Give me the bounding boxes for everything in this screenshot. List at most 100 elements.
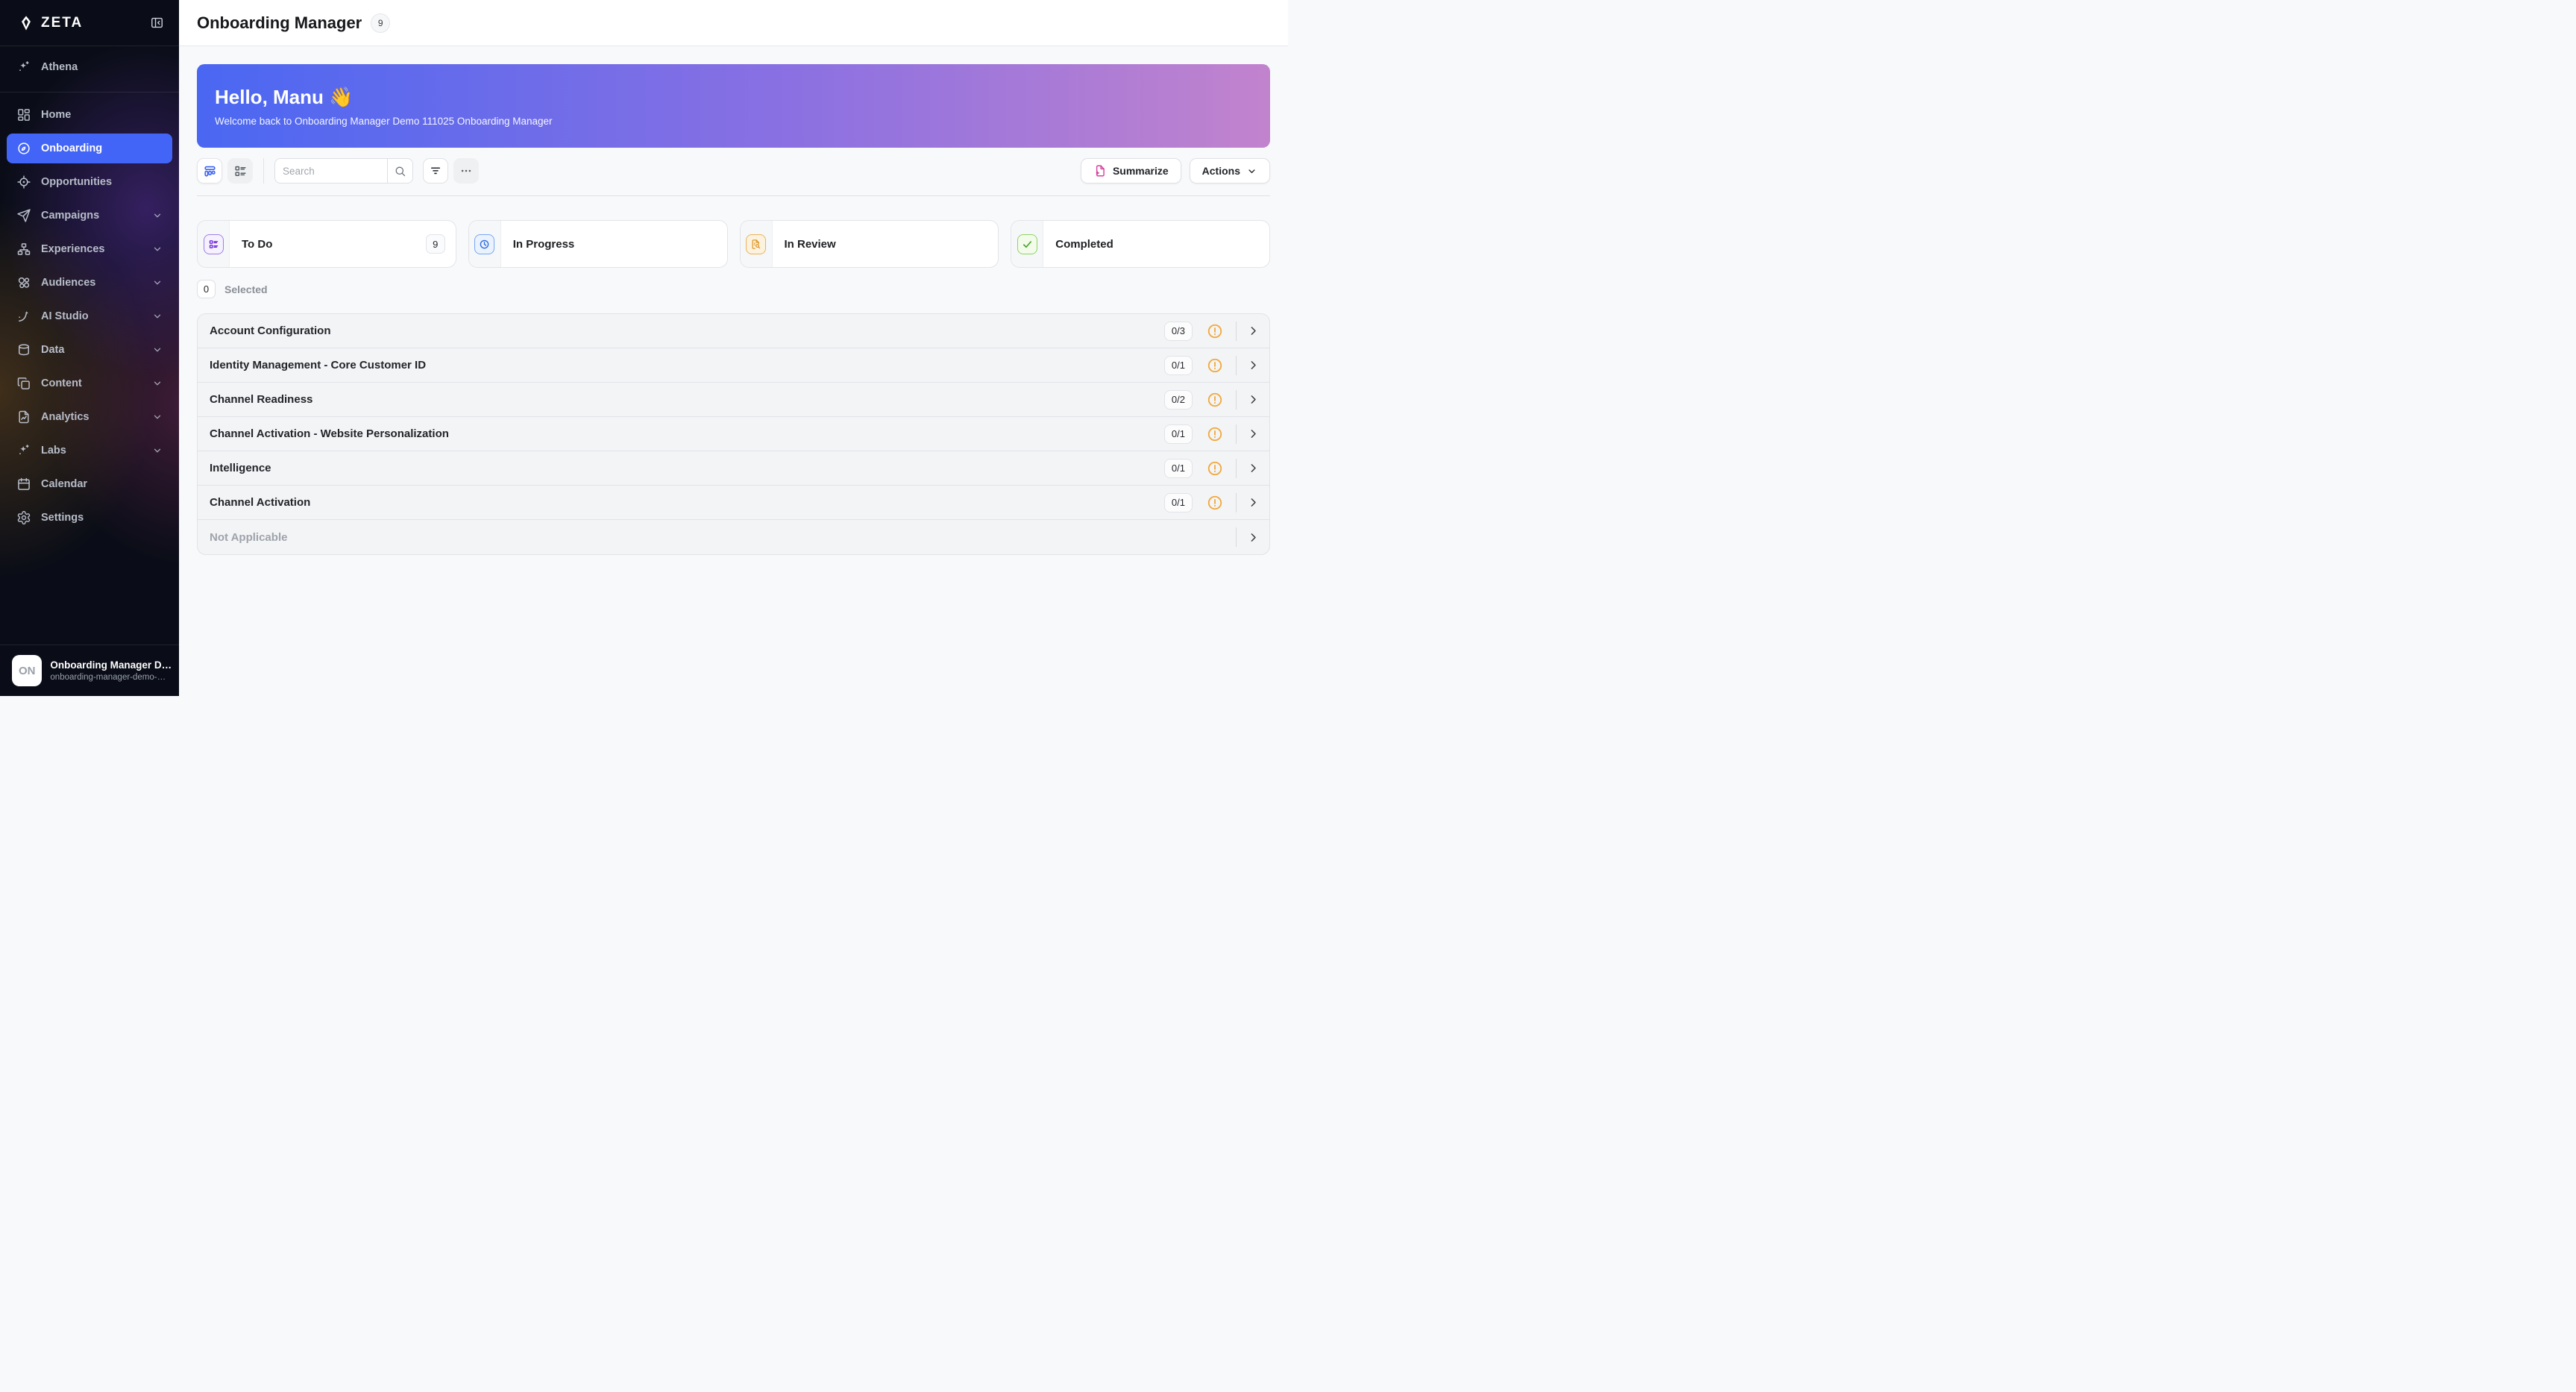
check-icon	[1017, 234, 1037, 254]
todo-list-icon	[204, 234, 224, 254]
chevron-right-icon[interactable]	[1247, 427, 1260, 440]
sidebar-item-content[interactable]: Content	[7, 369, 172, 398]
board-view-toggle[interactable]	[197, 158, 222, 184]
sidebar-athena-section: Athena	[0, 46, 179, 93]
sidebar-item-label: Analytics	[41, 411, 89, 423]
status-card-in-progress[interactable]: In Progress	[468, 220, 728, 268]
sidebar-item-labs[interactable]: Labs	[7, 436, 172, 465]
sidebar-item-onboarding[interactable]: Onboarding	[7, 134, 172, 163]
compass-icon	[16, 141, 31, 156]
summarize-label: Summarize	[1113, 165, 1169, 177]
selection-row: 0 Selected	[197, 280, 1270, 298]
warning-icon	[1207, 392, 1223, 408]
sidebar-item-ai-studio[interactable]: AI Studio	[7, 301, 172, 331]
calendar-icon	[16, 477, 31, 492]
chevron-right-icon[interactable]	[1247, 359, 1260, 371]
sidebar-item-calendar[interactable]: Calendar	[7, 469, 172, 499]
status-card-label: Completed	[1055, 238, 1113, 251]
status-card-completed[interactable]: Completed	[1011, 220, 1270, 268]
chevron-right-icon[interactable]	[1247, 325, 1260, 337]
warning-icon	[1207, 323, 1223, 339]
list-view-icon	[233, 164, 248, 178]
selection-label: Selected	[224, 283, 268, 295]
send-icon	[16, 208, 31, 223]
chevron-down-icon	[152, 278, 163, 288]
task-row[interactable]: Not Applicable	[198, 520, 1269, 554]
more-options-button[interactable]	[453, 158, 479, 184]
warning-icon	[1207, 357, 1223, 374]
row-divider	[1236, 390, 1237, 410]
workspace-switcher[interactable]: ON Onboarding Manager D… onboarding-mana…	[0, 645, 179, 696]
search-box	[274, 158, 413, 184]
sidebar-item-analytics[interactable]: Analytics	[7, 402, 172, 432]
task-row[interactable]: Identity Management - Core Customer ID 0…	[198, 348, 1269, 383]
wand-sparkle-icon	[16, 309, 31, 324]
chevron-right-icon[interactable]	[1247, 462, 1260, 474]
ai-summarize-icon	[1093, 164, 1107, 178]
task-row[interactable]: Channel Activation 0/1	[198, 486, 1269, 520]
zeta-diamond-icon	[18, 15, 34, 31]
database-icon	[16, 342, 31, 357]
page-header: Onboarding Manager 9	[179, 0, 1288, 46]
filter-button[interactable]	[423, 158, 448, 184]
actions-button[interactable]: Actions	[1190, 158, 1270, 184]
chevron-right-icon[interactable]	[1247, 531, 1260, 544]
task-progress-badge: 0/3	[1164, 322, 1193, 341]
sidebar-item-opportunities[interactable]: Opportunities	[7, 167, 172, 197]
summarize-button[interactable]: Summarize	[1081, 158, 1181, 184]
status-cards: To Do 9 In Progress In Review	[197, 220, 1270, 268]
sidebar-item-label: Labs	[41, 445, 66, 457]
document-search-icon	[746, 234, 766, 254]
sidebar-item-label: Settings	[41, 512, 84, 524]
greeting-subtitle: Welcome back to Onboarding Manager Demo …	[215, 116, 1252, 127]
target-icon	[16, 175, 31, 189]
sidebar-item-athena[interactable]: Athena	[7, 52, 172, 82]
task-row[interactable]: Channel Readiness 0/2	[198, 383, 1269, 417]
task-row[interactable]: Channel Activation - Website Personaliza…	[198, 417, 1269, 451]
list-view-toggle[interactable]	[227, 158, 253, 184]
sidebar-item-label: Data	[41, 344, 64, 356]
welcome-banner: Hello, Manu 👋 Welcome back to Onboarding…	[197, 64, 1270, 148]
status-card-in-review[interactable]: In Review	[740, 220, 999, 268]
sidebar-item-campaigns[interactable]: Campaigns	[7, 201, 172, 231]
sidebar-item-data[interactable]: Data	[7, 335, 172, 365]
sidebar-item-home[interactable]: Home	[7, 100, 172, 130]
row-divider	[1236, 356, 1237, 375]
sidebar-item-experiences[interactable]: Experiences	[7, 234, 172, 264]
chevron-down-icon	[152, 210, 163, 221]
sidebar-item-settings[interactable]: Settings	[7, 503, 172, 533]
gear-icon	[16, 510, 31, 525]
main-area: Onboarding Manager 9 Hello, Manu 👋 Welco…	[179, 0, 1288, 696]
greeting-text: Hello, Manu 👋	[215, 86, 1252, 109]
task-progress-badge: 0/2	[1164, 390, 1193, 410]
sidebar: ZETA Athena Home Onboarding	[0, 0, 179, 696]
chevron-right-icon[interactable]	[1247, 393, 1260, 406]
row-divider	[1236, 459, 1237, 478]
chevron-down-icon	[1246, 166, 1257, 177]
row-divider	[1236, 527, 1237, 547]
warning-icon	[1207, 460, 1223, 477]
search-input[interactable]	[275, 159, 387, 183]
sidebar-collapse-icon[interactable]	[150, 16, 164, 30]
page-title: Onboarding Manager	[197, 13, 362, 33]
app-window: ZETA Athena Home Onboarding	[0, 0, 1288, 696]
task-progress-badge: 0/1	[1164, 459, 1193, 478]
sitemap-icon	[16, 242, 31, 257]
brand-text: ZETA	[41, 15, 83, 31]
task-list: Account Configuration 0/3	[197, 313, 1270, 555]
warning-icon	[1207, 495, 1223, 511]
task-row[interactable]: Intelligence 0/1	[198, 451, 1269, 486]
selection-count-badge: 0	[197, 280, 216, 298]
chevron-down-icon	[152, 311, 163, 322]
task-row[interactable]: Account Configuration 0/3	[198, 314, 1269, 348]
sidebar-item-audiences[interactable]: Audiences	[7, 268, 172, 298]
row-divider	[1236, 493, 1237, 512]
chevron-right-icon[interactable]	[1247, 496, 1260, 509]
actions-label: Actions	[1202, 165, 1240, 177]
status-card-todo[interactable]: To Do 9	[197, 220, 456, 268]
row-divider	[1236, 424, 1237, 444]
sidebar-item-label: Home	[41, 109, 71, 121]
status-card-label: In Progress	[513, 238, 575, 251]
search-icon[interactable]	[387, 159, 412, 183]
toolbar: Summarize Actions	[197, 158, 1270, 196]
